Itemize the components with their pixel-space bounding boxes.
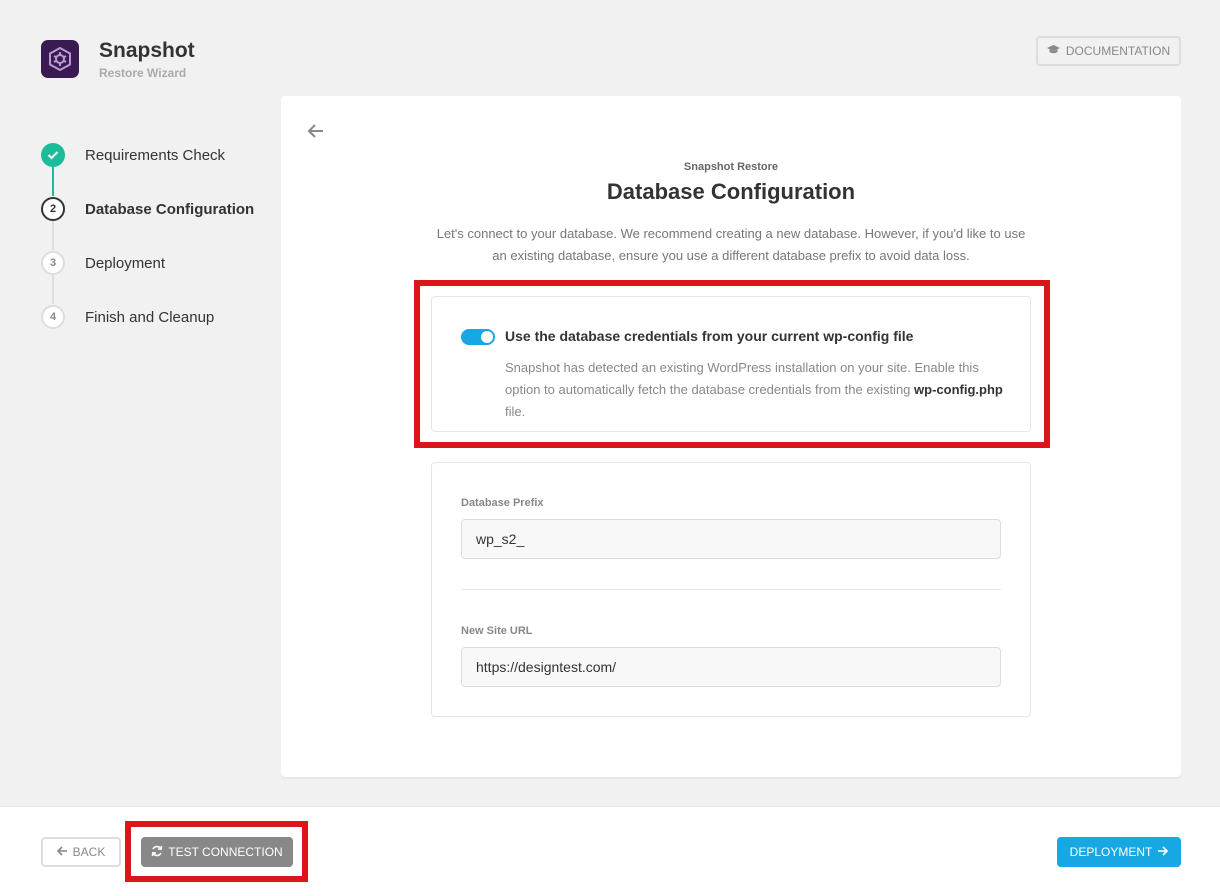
step-connector [52, 220, 54, 250]
page-description: Let's connect to your database. We recom… [436, 226, 1026, 263]
toggle-description-text: Snapshot has detected an existing WordPr… [505, 360, 979, 397]
step-number: 3 [41, 251, 65, 275]
back-arrow-icon[interactable] [306, 121, 326, 141]
toggle-description-suffix: file. [505, 404, 526, 419]
step-label: Requirements Check [85, 146, 226, 164]
snapshot-logo-icon [41, 40, 79, 78]
step-label: Finish and Cleanup [85, 308, 215, 326]
arrow-right-icon [1157, 845, 1169, 859]
back-label: BACK [72, 845, 106, 859]
step-requirements-check: Requirements Check [41, 143, 225, 167]
toggle-description: Snapshot has detected an existing WordPr… [505, 357, 1005, 423]
test-connection-label: TEST CONNECTION [168, 845, 283, 859]
test-connection-button[interactable]: TEST CONNECTION [141, 837, 293, 867]
toggle-label: Use the database credentials from your c… [505, 328, 914, 344]
database-prefix-label: Database Prefix [461, 497, 544, 509]
database-prefix-input[interactable] [461, 519, 1001, 559]
form-divider [461, 589, 1001, 590]
step-number: 4 [41, 305, 65, 329]
step-number: 2 [41, 197, 65, 221]
wp-config-filename: wp-config.php [914, 382, 1003, 397]
use-wp-config-toggle[interactable] [461, 329, 495, 345]
restore-wizard: Snapshot Restore Wizard DOCUMENTATION Re… [0, 0, 1220, 896]
toggle-knob [481, 331, 493, 343]
step-deployment: 3 Deployment [41, 251, 165, 275]
step-database-configuration: 2 Database Configuration [41, 197, 254, 221]
deployment-label: DEPLOYMENT [1069, 845, 1153, 859]
deployment-button[interactable]: DEPLOYMENT [1057, 837, 1181, 867]
step-connector [52, 166, 54, 196]
new-site-url-label: New Site URL [461, 625, 533, 637]
app-title: Snapshot [99, 39, 195, 62]
page-eyebrow: Snapshot Restore [683, 161, 779, 173]
refresh-icon [151, 845, 163, 860]
step-finish-and-cleanup: 4 Finish and Cleanup [41, 305, 214, 329]
arrow-left-icon [56, 845, 68, 859]
checkmark-icon [41, 143, 65, 167]
app-subtitle: Restore Wizard [99, 66, 187, 80]
back-button[interactable]: BACK [41, 837, 121, 867]
documentation-label: DOCUMENTATION [1065, 44, 1171, 58]
step-label: Deployment [85, 254, 166, 272]
step-label: Database Configuration [85, 200, 255, 218]
step-connector [52, 274, 54, 304]
page-title: Database Configuration [606, 179, 856, 204]
new-site-url-input[interactable] [461, 647, 1001, 687]
documentation-button[interactable]: DOCUMENTATION [1036, 36, 1181, 66]
graduation-cap-icon [1046, 44, 1060, 58]
